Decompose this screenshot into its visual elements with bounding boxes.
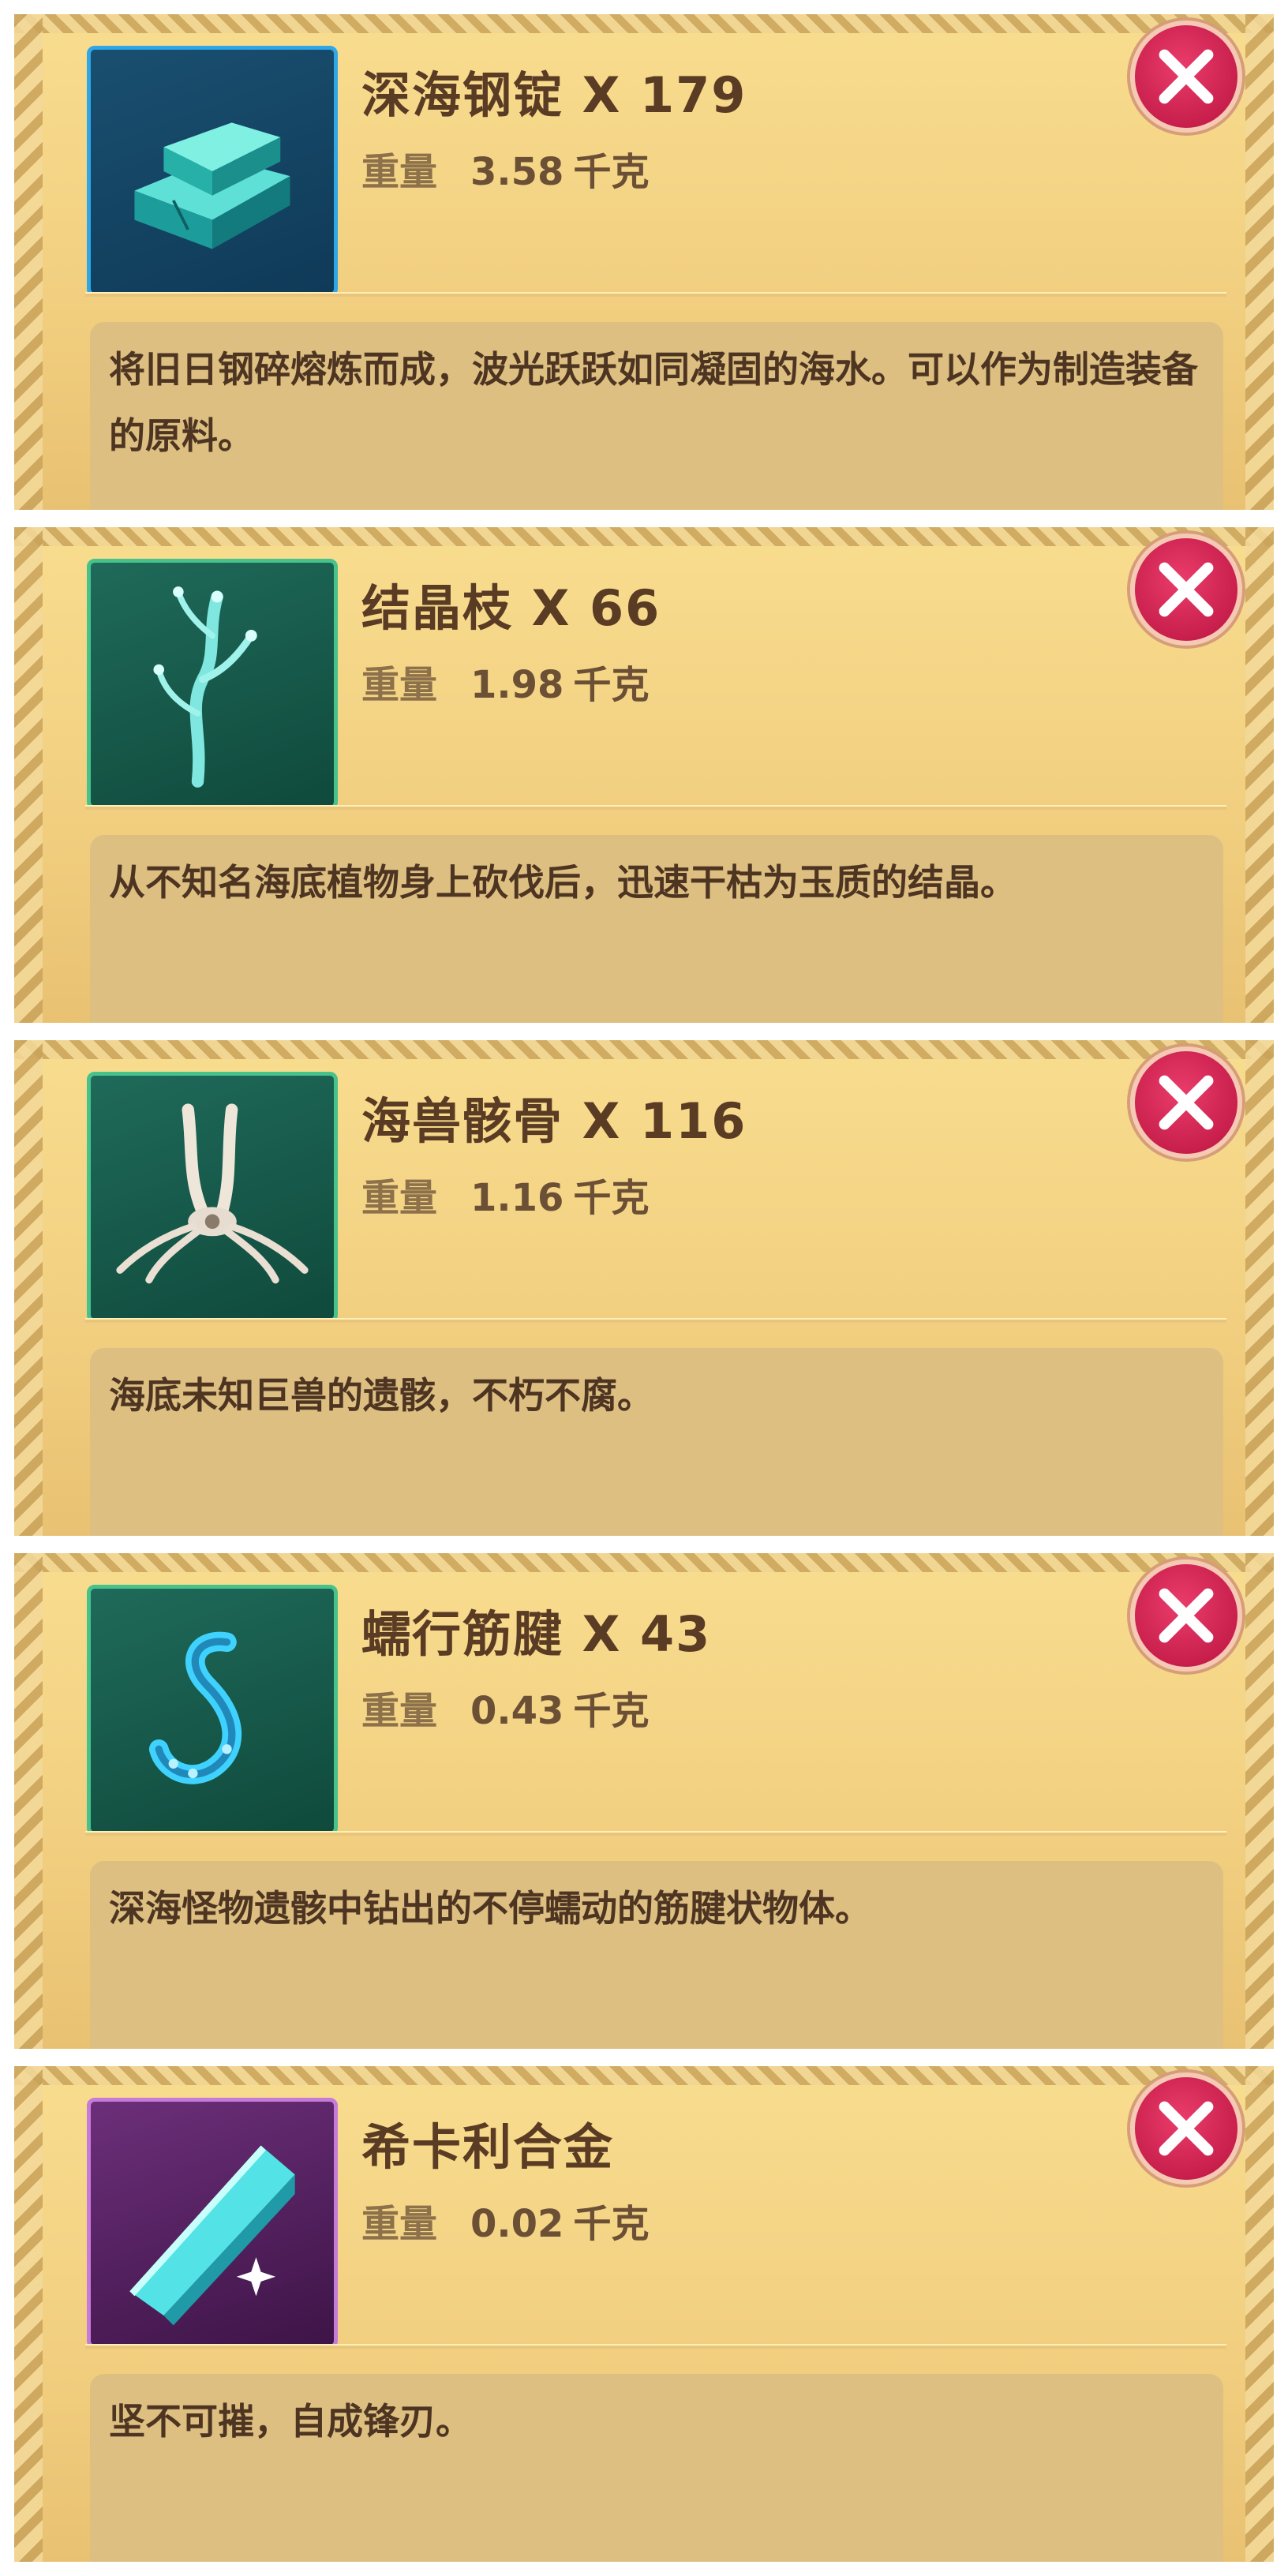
weight-unit: 千克 — [573, 2202, 650, 2246]
weight-label: 重量 — [361, 150, 438, 194]
item-count: X 116 — [582, 1092, 747, 1150]
divider — [85, 805, 1226, 810]
divider — [85, 1318, 1226, 1323]
item-card: 希卡利合金 重量 0.02 千克 坚不可摧，自成锋刃。 — [14, 2066, 1274, 2562]
item-card: 蠕行筋腱 X 43 重量 0.43 千克 深海怪物遗骸中钻出的不停蠕动的筋腱状物体。 — [14, 1553, 1274, 2049]
close-icon — [1159, 562, 1214, 617]
divider — [85, 1831, 1226, 1836]
weight-value: 0.02 — [470, 2202, 564, 2246]
item-count: X 66 — [531, 579, 661, 637]
item-name: 深海钢锭 — [361, 66, 564, 124]
item-card: 深海钢锭 X 179 重量 3.58 千克 将旧日钢碎熔炼而成，波光跃跃如同凝固的海… — [14, 14, 1274, 510]
item-description: 从不知名海底植物身上砍伐后，迅速干枯为玉质的结晶。 — [90, 835, 1223, 1023]
item-weight: 重量 3.58 千克 — [361, 140, 649, 196]
card-border — [14, 1553, 1274, 1572]
weight-unit: 千克 — [573, 1176, 650, 1220]
weight-label: 重量 — [361, 1176, 438, 1220]
weight-unit: 千克 — [573, 150, 650, 194]
card-border — [1245, 2066, 1274, 2562]
item-name: 希卡利合金 — [361, 2118, 615, 2176]
weight-value: 3.58 — [470, 150, 564, 194]
card-border — [14, 1040, 1274, 1059]
item-description: 将旧日钢碎熔炼而成，波光跃跃如同凝固的海水。可以作为制造装备的原料。 — [90, 322, 1223, 510]
divider — [85, 292, 1226, 297]
crystal-branch-icon — [87, 559, 338, 810]
card-border — [14, 2066, 43, 2562]
weight-value: 1.16 — [470, 1176, 564, 1220]
card-border — [14, 2066, 1274, 2085]
weight-label: 重量 — [361, 2202, 438, 2246]
item-name: 海兽骸骨 — [361, 1092, 564, 1150]
close-button[interactable] — [1130, 534, 1242, 646]
item-description: 坚不可摧，自成锋刃。 — [90, 2374, 1223, 2562]
weight-value: 0.43 — [470, 1689, 564, 1733]
item-title: 结晶枝 X 66 — [361, 568, 661, 639]
steel-ingot-icon — [87, 46, 338, 297]
card-border — [1245, 1040, 1274, 1536]
card-border — [14, 14, 1274, 33]
item-title: 蠕行筋腱 X 43 — [361, 1594, 711, 1665]
card-border — [14, 527, 1274, 546]
item-weight: 重量 1.16 千克 — [361, 1166, 649, 1222]
close-button[interactable] — [1130, 1559, 1242, 1672]
close-icon — [1159, 49, 1214, 104]
card-border — [14, 1553, 43, 2049]
close-icon — [1159, 1075, 1214, 1130]
item-count: X 43 — [582, 1605, 712, 1663]
weight-label: 重量 — [361, 1689, 438, 1733]
item-weight: 重量 0.43 千克 — [361, 1679, 649, 1735]
item-title: 海兽骸骨 X 116 — [361, 1081, 747, 1152]
item-description: 深海怪物遗骸中钻出的不停蠕动的筋腱状物体。 — [90, 1861, 1223, 2049]
item-name: 结晶枝 — [361, 579, 514, 637]
item-card: 结晶枝 X 66 重量 1.98 千克 从不知名海底植物身上砍伐后，迅速干枯为玉质的… — [14, 527, 1274, 1023]
close-button[interactable] — [1130, 1046, 1242, 1159]
item-weight: 重量 0.02 千克 — [361, 2192, 649, 2248]
item-name: 蠕行筋腱 — [361, 1605, 564, 1663]
item-weight: 重量 1.98 千克 — [361, 653, 649, 709]
close-icon — [1159, 1588, 1214, 1643]
card-border — [1245, 1553, 1274, 2049]
card-border — [1245, 14, 1274, 510]
weight-label: 重量 — [361, 663, 438, 707]
item-description: 海底未知巨兽的遗骸，不朽不腐。 — [90, 1348, 1223, 1536]
close-icon — [1159, 2101, 1214, 2156]
divider — [85, 2344, 1226, 2349]
close-button[interactable] — [1130, 2072, 1242, 2185]
item-card: 海兽骸骨 X 116 重量 1.16 千克 海底未知巨兽的遗骸，不朽不腐。 — [14, 1040, 1274, 1536]
sheikah-alloy-icon — [87, 2098, 338, 2349]
close-button[interactable] — [1130, 21, 1242, 133]
weight-unit: 千克 — [573, 1689, 650, 1733]
weight-unit: 千克 — [573, 663, 650, 707]
card-border — [14, 1040, 43, 1536]
card-border — [14, 527, 43, 1023]
item-title: 希卡利合金 — [361, 2107, 614, 2178]
crawling-tendon-icon — [87, 1585, 338, 1836]
card-border — [14, 14, 43, 510]
item-count: X 179 — [582, 66, 747, 124]
beast-bone-icon — [87, 1072, 338, 1323]
item-title: 深海钢锭 X 179 — [361, 55, 747, 126]
card-border — [1245, 527, 1274, 1023]
weight-value: 1.98 — [470, 663, 564, 707]
